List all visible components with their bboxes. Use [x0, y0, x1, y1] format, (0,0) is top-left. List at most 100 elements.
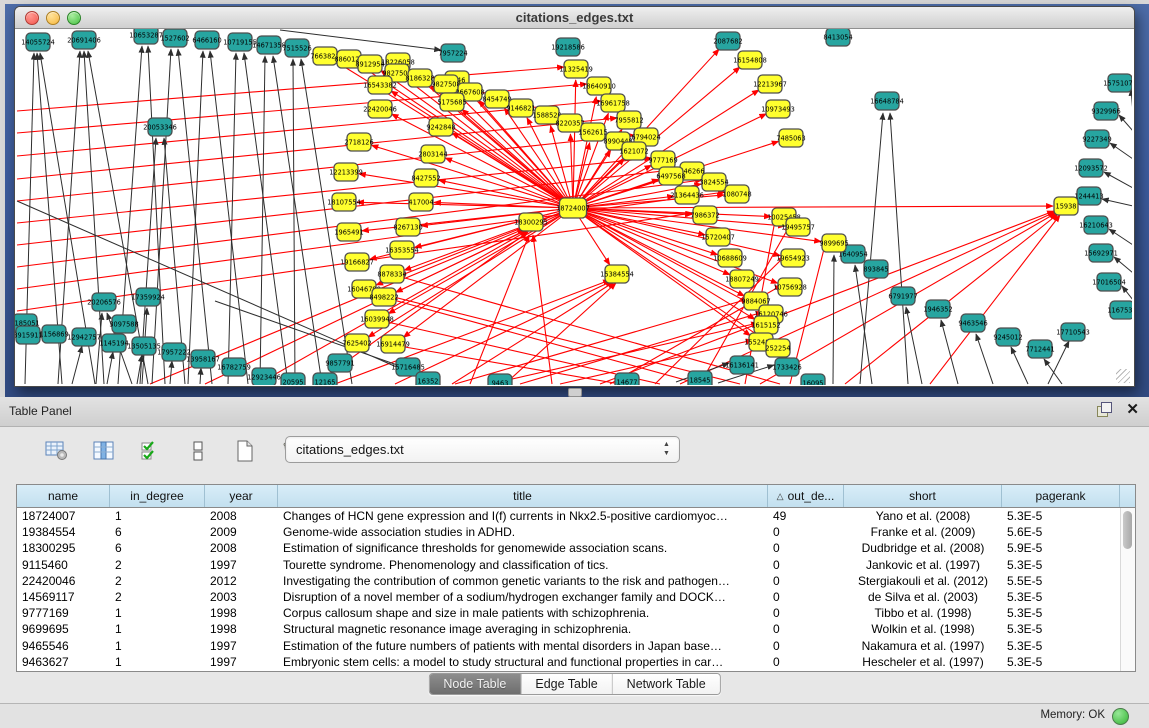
table-selector[interactable]: citations_edges.txt ▲▼	[285, 436, 680, 463]
cell-title[interactable]: Embryonic stem cells: a model to study s…	[278, 655, 768, 669]
cell-short[interactable]: Stergiakouli et al. (2012)	[844, 574, 1002, 588]
cell-short[interactable]: Hescheler et al. (1997)	[844, 655, 1002, 669]
cell-short[interactable]: Jankovic et al. (1997)	[844, 558, 1002, 572]
graph-node[interactable]: 7625402	[342, 334, 371, 352]
graph-node[interactable]: 13505135	[127, 337, 161, 355]
graph-node[interactable]: 12165	[313, 373, 337, 385]
graph-node[interactable]: 6497568	[656, 167, 685, 185]
graph-node[interactable]: 17359924	[131, 288, 165, 306]
cell-short[interactable]: Dudbridge et al. (2008)	[844, 541, 1002, 555]
cell-out_degree[interactable]: 0	[768, 574, 844, 588]
graph-node[interactable]: 12942757	[67, 328, 101, 346]
graph-node[interactable]: 14055724	[21, 33, 55, 51]
cell-pagerank[interactable]: 5.3E-5	[1002, 558, 1120, 572]
network-canvas[interactable]: 1405572420691406106532871527602646616010…	[15, 29, 1132, 385]
graph-node[interactable]: 12213967	[753, 75, 787, 93]
cell-year[interactable]: 1997	[205, 558, 278, 572]
cell-pagerank[interactable]: 5.6E-5	[1002, 525, 1120, 539]
cell-title[interactable]: Tourette syndrome. Phenomenology and cla…	[278, 558, 768, 572]
cell-out_degree[interactable]: 0	[768, 639, 844, 653]
cell-pagerank[interactable]: 5.3E-5	[1002, 622, 1120, 636]
graph-node[interactable]: 16648784	[870, 92, 904, 110]
graph-node[interactable]: 19654923	[776, 249, 810, 267]
graph-node[interactable]: 8413054	[823, 29, 852, 46]
graph-node[interactable]: 16154808	[733, 51, 767, 69]
graph-node[interactable]: 20691406	[67, 31, 101, 49]
row-check-icon[interactable]	[136, 436, 166, 466]
cell-name[interactable]: 18300295	[17, 541, 110, 555]
cell-in_degree[interactable]: 2	[110, 558, 205, 572]
scrollbar-thumb[interactable]	[1123, 511, 1132, 549]
graph-node[interactable]: 1527602	[160, 29, 189, 47]
splitter-handle[interactable]	[568, 388, 582, 397]
graph-node[interactable]: 13958167	[186, 350, 220, 368]
cell-year[interactable]: 2012	[205, 574, 278, 588]
graph-node[interactable]: 14677	[615, 373, 639, 385]
graph-node[interactable]: 15720407	[701, 228, 735, 246]
cell-title[interactable]: Changes of HCN gene expression and I(f) …	[278, 509, 768, 523]
graph-node[interactable]: 7515526	[282, 39, 311, 57]
graph-node[interactable]: 19218586	[551, 38, 585, 56]
graph-node[interactable]: 18107554	[327, 193, 361, 211]
graph-node[interactable]: 9242848	[426, 118, 455, 136]
graph-node[interactable]: 15692971	[1084, 244, 1118, 262]
graph-node[interactable]: 9146821	[506, 99, 535, 117]
cell-name[interactable]: 9463627	[17, 655, 110, 669]
cell-in_degree[interactable]: 1	[110, 622, 205, 636]
cell-year[interactable]: 2008	[205, 509, 278, 523]
graph-node[interactable]: 22420046	[363, 100, 397, 118]
cell-in_degree[interactable]: 1	[110, 655, 205, 669]
cell-year[interactable]: 1997	[205, 655, 278, 669]
tab-edge-table[interactable]: Edge Table	[521, 674, 612, 694]
table-row[interactable]: 977716911998Corpus callosum shape and si…	[17, 605, 1135, 621]
graph-node[interactable]: 12923446	[247, 368, 281, 385]
cell-title[interactable]: Corpus callosum shape and size in male p…	[278, 606, 768, 620]
cell-title[interactable]: Genome-wide association studies in ADHD.	[278, 525, 768, 539]
cell-name[interactable]: 14569117	[17, 590, 110, 604]
graph-node[interactable]: 17016504	[1092, 273, 1126, 291]
cell-pagerank[interactable]: 5.9E-5	[1002, 541, 1120, 555]
cell-in_degree[interactable]: 1	[110, 606, 205, 620]
cell-pagerank[interactable]: 5.3E-5	[1002, 606, 1120, 620]
cell-year[interactable]: 1998	[205, 622, 278, 636]
cell-short[interactable]: Nakamura et al. (1997)	[844, 639, 1002, 653]
graph-node[interactable]: 1156869	[39, 325, 68, 343]
graph-node[interactable]: 417004	[408, 193, 433, 211]
graph-node[interactable]: 9463	[488, 374, 512, 385]
graph-node[interactable]: 1244413	[1074, 187, 1103, 205]
graph-node[interactable]: 3097588	[109, 315, 138, 333]
graph-node[interactable]: 15751074	[1103, 74, 1132, 92]
table-row[interactable]: 946554611997Estimation of the future num…	[17, 638, 1135, 654]
cell-short[interactable]: Tibbo et al. (1998)	[844, 606, 1002, 620]
cell-name[interactable]: 9115460	[17, 558, 110, 572]
graph-node[interactable]: 16095	[801, 374, 825, 385]
graph-node[interactable]: 8427552	[411, 169, 440, 187]
close-panel-icon[interactable]: ✕	[1126, 402, 1139, 417]
graph-node[interactable]: 15938	[1054, 197, 1078, 215]
cell-name[interactable]: 22420046	[17, 574, 110, 588]
cell-in_degree[interactable]: 6	[110, 541, 205, 555]
cell-name[interactable]: 9777169	[17, 606, 110, 620]
cell-title[interactable]: Estimation of the future numbers of pati…	[278, 639, 768, 653]
graph-node[interactable]: 16782759	[217, 358, 251, 376]
cell-in_degree[interactable]: 1	[110, 639, 205, 653]
cell-title[interactable]: Estimation of significance thresholds fo…	[278, 541, 768, 555]
cell-out_degree[interactable]: 0	[768, 606, 844, 620]
graph-node[interactable]: 10973493	[761, 100, 795, 118]
graph-node[interactable]: 9245012	[993, 328, 1022, 346]
graph-node[interactable]: 5175685	[437, 93, 466, 111]
graph-node[interactable]: 1733426	[772, 358, 801, 376]
cell-in_degree[interactable]: 1	[110, 509, 205, 523]
cell-year[interactable]: 1997	[205, 639, 278, 653]
cell-in_degree[interactable]: 6	[110, 525, 205, 539]
graph-node[interactable]: 893845	[863, 260, 888, 278]
table-scrollbar[interactable]	[1120, 508, 1135, 671]
graph-node[interactable]: 3824554	[699, 173, 728, 191]
graph-node[interactable]: 18724007	[556, 198, 590, 218]
window-resize-grip[interactable]	[1116, 369, 1130, 383]
graph-node[interactable]: 1167531	[1107, 301, 1132, 319]
graph-node[interactable]: 10653287	[129, 29, 163, 44]
graph-node[interactable]: 18300295	[514, 213, 548, 231]
graph-node[interactable]: 16543382	[363, 76, 397, 94]
graph-node[interactable]: 18807249	[725, 270, 759, 288]
